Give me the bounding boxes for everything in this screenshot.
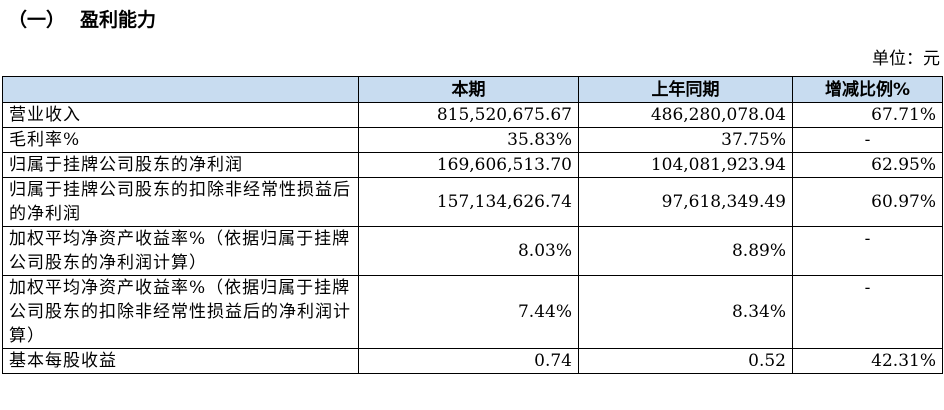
current-value: 35.83% xyxy=(358,127,579,153)
unit-label: 单位：元 xyxy=(872,49,940,69)
table-row: 营业收入 815,520,675.67 486,280,078.04 67.71… xyxy=(2,102,943,128)
previous-value: 97,618,349.49 xyxy=(578,177,793,227)
change-value: - xyxy=(792,275,943,349)
section-number: （一） xyxy=(8,9,66,31)
row-label: 毛利率% xyxy=(2,127,359,153)
table-row: 基本每股收益 0.74 0.52 42.31% xyxy=(2,348,943,374)
header-item xyxy=(2,76,359,103)
section-heading: （一） 盈利能力 xyxy=(8,6,156,34)
change-value: 62.95% xyxy=(792,152,943,178)
current-value: 8.03% xyxy=(358,226,579,276)
row-label: 基本每股收益 xyxy=(2,348,359,374)
current-value: 169,606,513.70 xyxy=(358,152,579,178)
previous-value: 104,081,923.94 xyxy=(578,152,793,178)
change-value: 60.97% xyxy=(792,177,943,227)
table-row: 归属于挂牌公司股东的扣除非经常性损益后的净利润 157,134,626.74 9… xyxy=(2,177,943,227)
profitability-table: 本期 上年同期 增减比例% 营业收入 815,520,675.67 486,28… xyxy=(2,76,943,374)
row-label: 归属于挂牌公司股东的净利润 xyxy=(2,152,359,178)
table-row: 归属于挂牌公司股东的净利润 169,606,513.70 104,081,923… xyxy=(2,152,943,178)
previous-value: 8.34% xyxy=(578,275,793,349)
previous-value: 0.52 xyxy=(578,348,793,374)
change-value: 67.71% xyxy=(792,102,943,128)
change-value: - xyxy=(792,226,943,276)
current-value: 0.74 xyxy=(358,348,579,374)
header-current-period: 本期 xyxy=(358,76,579,103)
table-row: 加权平均净资产收益率%（依据归属于挂牌公司股东的扣除非经常性损益后的净利润计算）… xyxy=(2,275,943,349)
table-header-row: 本期 上年同期 增减比例% xyxy=(2,76,943,103)
previous-value: 8.89% xyxy=(578,226,793,276)
current-value: 815,520,675.67 xyxy=(358,102,579,128)
row-label: 加权平均净资产收益率%（依据归属于挂牌公司股东的扣除非经常性损益后的净利润计算） xyxy=(2,275,359,349)
row-label: 加权平均净资产收益率%（依据归属于挂牌公司股东的净利润计算） xyxy=(2,226,359,276)
current-value: 7.44% xyxy=(358,275,579,349)
current-value: 157,134,626.74 xyxy=(358,177,579,227)
row-label: 营业收入 xyxy=(2,102,359,128)
table-row: 毛利率% 35.83% 37.75% - xyxy=(2,127,943,153)
change-value: 42.31% xyxy=(792,348,943,374)
header-previous-period: 上年同期 xyxy=(578,76,793,103)
previous-value: 37.75% xyxy=(578,127,793,153)
header-change-percent: 增减比例% xyxy=(792,76,943,103)
previous-value: 486,280,078.04 xyxy=(578,102,793,128)
section-title: 盈利能力 xyxy=(80,9,157,31)
change-value: - xyxy=(792,127,943,153)
table-row: 加权平均净资产收益率%（依据归属于挂牌公司股东的净利润计算） 8.03% 8.8… xyxy=(2,226,943,276)
row-label: 归属于挂牌公司股东的扣除非经常性损益后的净利润 xyxy=(2,177,359,227)
